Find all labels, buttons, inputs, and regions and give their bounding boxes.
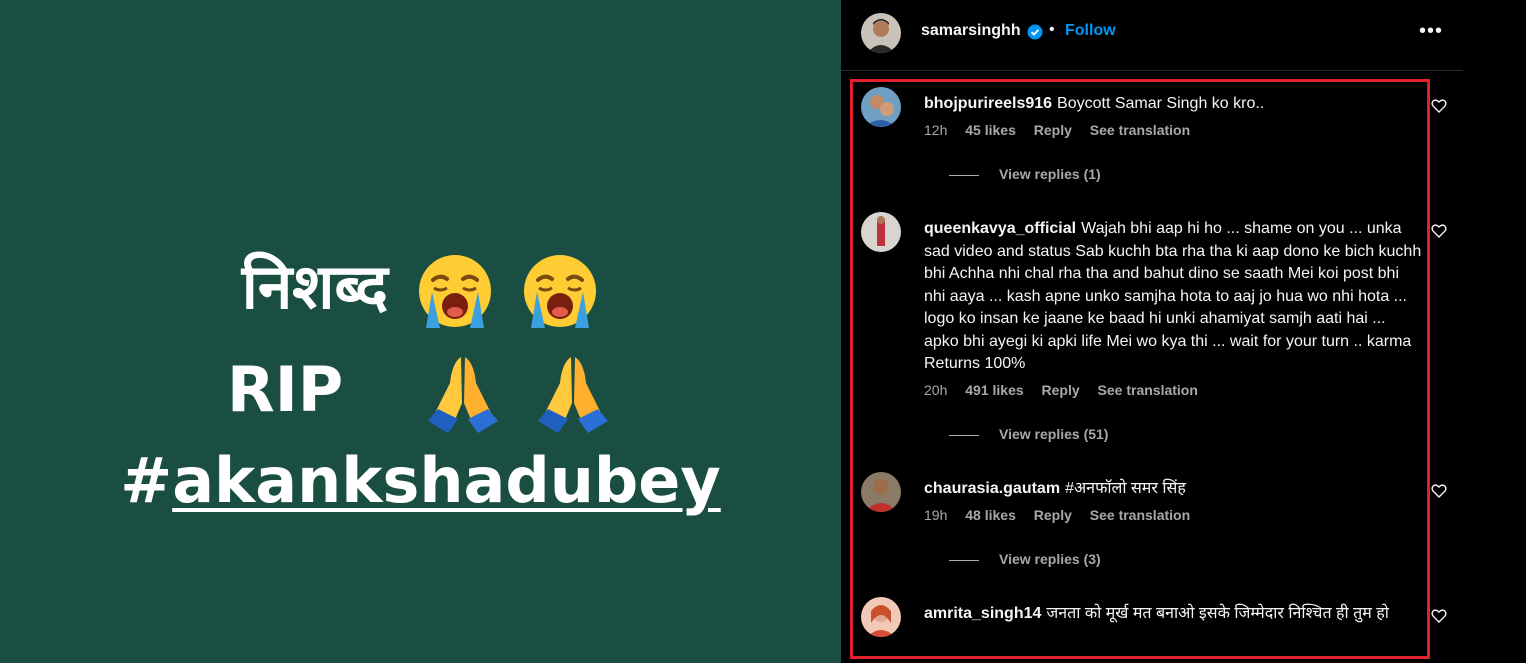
comment-username[interactable]: queenkavya_official bbox=[924, 220, 1076, 237]
view-replies-button[interactable]: View replies (3) bbox=[949, 551, 1101, 567]
like-heart-icon[interactable] bbox=[1431, 483, 1447, 499]
replies-divider bbox=[949, 559, 979, 561]
comment-item: amrita_singh14 जनता को मूर्ख मत बनाओ इसके… bbox=[861, 597, 1421, 657]
commenter-avatar[interactable] bbox=[861, 212, 901, 252]
comment-username[interactable]: bhojpurireels916 bbox=[924, 95, 1052, 112]
post-image: निशब्द RIP #akankshadubey bbox=[0, 0, 841, 663]
commenter-avatar[interactable] bbox=[861, 597, 901, 637]
folded-hands-emoji-1 bbox=[422, 353, 504, 435]
reply-button[interactable]: Reply bbox=[1034, 122, 1072, 138]
comment-body: queenkavya_official Wajah bhi aap hi ho .… bbox=[924, 218, 1424, 376]
view-replies-button[interactable]: View replies (1) bbox=[949, 166, 1101, 182]
comment-likes[interactable]: 48 likes bbox=[965, 507, 1016, 523]
replies-divider bbox=[949, 174, 979, 176]
comment-meta: 12h 45 likes Reply See translation bbox=[924, 122, 1204, 138]
see-translation-button[interactable]: See translation bbox=[1090, 507, 1190, 523]
comment-time: 12h bbox=[924, 122, 948, 138]
like-heart-icon[interactable] bbox=[1431, 223, 1447, 239]
replies-divider bbox=[949, 434, 979, 436]
comment-username[interactable]: amrita_singh14 bbox=[924, 605, 1041, 622]
comment-likes[interactable]: 45 likes bbox=[965, 122, 1016, 138]
comment-text: Boycott Samar Singh ko kro.. bbox=[1057, 95, 1265, 112]
story-line-2: RIP bbox=[0, 350, 841, 435]
comment-time: 19h bbox=[924, 507, 948, 523]
comment-item: queenkavya_official Wajah bhi aap hi ho .… bbox=[861, 212, 1421, 452]
commenter-avatar[interactable] bbox=[861, 472, 901, 512]
author-avatar[interactable] bbox=[861, 13, 901, 53]
verified-badge-icon bbox=[1027, 24, 1043, 40]
like-heart-icon[interactable] bbox=[1431, 98, 1447, 114]
comment-text: #अनफॉलो समर सिंह bbox=[1065, 480, 1186, 497]
author-username[interactable]: samarsinghh bbox=[921, 22, 1021, 40]
story-line-1: निशब्द bbox=[0, 252, 841, 330]
crying-face-emoji-1 bbox=[416, 252, 494, 330]
story-word-nishabd: निशब्द bbox=[241, 250, 388, 324]
more-options-icon[interactable]: ••• bbox=[1419, 20, 1443, 43]
comment-body: bhojpurireels916 Boycott Samar Singh ko k… bbox=[924, 93, 1424, 116]
comment-meta: 19h 48 likes Reply See translation bbox=[924, 507, 1204, 523]
comment-time: 20h bbox=[924, 382, 948, 398]
comment-meta: 20h 491 likes Reply See translation bbox=[924, 382, 1212, 398]
comment-body: amrita_singh14 जनता को मूर्ख मत बनाओ इसके… bbox=[924, 603, 1424, 626]
hashtag-symbol: # bbox=[120, 444, 173, 517]
comment-text: Wajah bhi aap hi ho ... shame on you ...… bbox=[924, 220, 1422, 372]
comment-body: chaurasia.gautam #अनफॉलो समर सिंह bbox=[924, 478, 1424, 501]
comments-panel: samarsinghh • Follow ••• bhojpurireels91… bbox=[841, 0, 1526, 663]
separator-dot: • bbox=[1049, 21, 1055, 38]
comment-likes[interactable]: 491 likes bbox=[965, 382, 1023, 398]
comment-item: chaurasia.gautam #अनफॉलो समर सिंह 19h 48 … bbox=[861, 472, 1421, 572]
view-replies-label: View replies (51) bbox=[999, 426, 1109, 442]
view-replies-label: View replies (1) bbox=[999, 166, 1101, 182]
view-replies-button[interactable]: View replies (51) bbox=[949, 426, 1108, 442]
see-translation-button[interactable]: See translation bbox=[1090, 122, 1190, 138]
see-translation-button[interactable]: See translation bbox=[1098, 382, 1198, 398]
view-replies-label: View replies (3) bbox=[999, 551, 1101, 567]
post-header: samarsinghh • Follow ••• bbox=[841, 0, 1463, 71]
story-line-3: #akankshadubey bbox=[0, 446, 841, 516]
follow-button[interactable]: Follow bbox=[1065, 22, 1116, 40]
like-heart-icon[interactable] bbox=[1431, 608, 1447, 624]
comment-text: जनता को मूर्ख मत बनाओ इसके जिम्मेदार निश… bbox=[1046, 605, 1389, 622]
hashtag-akankshadubey[interactable]: akankshadubey bbox=[172, 444, 721, 517]
reply-button[interactable]: Reply bbox=[1034, 507, 1072, 523]
comment-username[interactable]: chaurasia.gautam bbox=[924, 480, 1060, 497]
commenter-avatar[interactable] bbox=[861, 87, 901, 127]
folded-hands-emoji-2 bbox=[532, 353, 614, 435]
crying-face-emoji-2 bbox=[521, 252, 599, 330]
comment-item: bhojpurireels916 Boycott Samar Singh ko k… bbox=[861, 87, 1421, 187]
story-word-rip: RIP bbox=[226, 353, 344, 426]
reply-button[interactable]: Reply bbox=[1042, 382, 1080, 398]
